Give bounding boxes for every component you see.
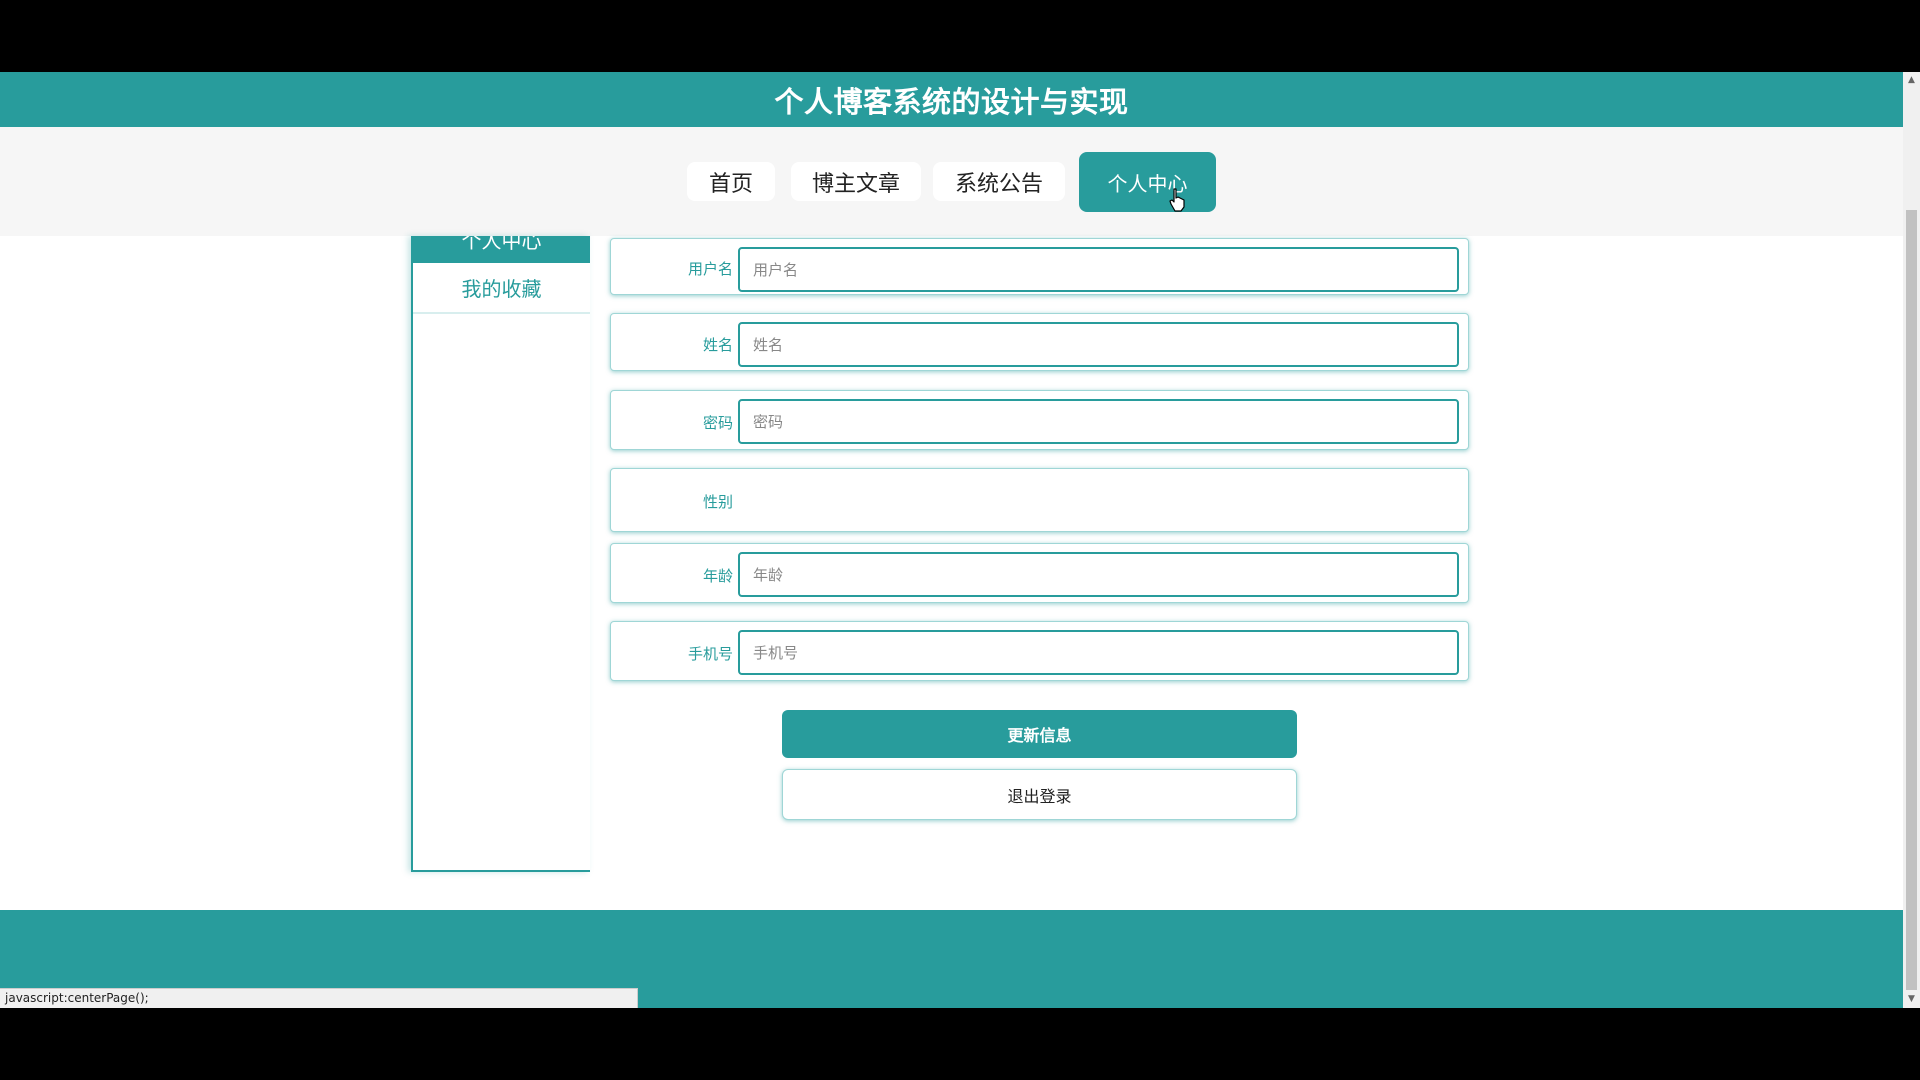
logout-button[interactable]: 退出登录 xyxy=(782,769,1297,820)
nav-personal-center[interactable]: 个人中心 xyxy=(1079,152,1216,212)
age-label: 年龄 xyxy=(702,567,733,585)
scrollbar-thumb[interactable] xyxy=(1906,210,1917,990)
nav-blogger-articles[interactable]: 博主文章 xyxy=(791,162,921,201)
form-row-gender: 性别 xyxy=(610,468,1469,532)
name-label: 姓名 xyxy=(702,336,733,354)
gender-label: 性别 xyxy=(702,493,733,511)
scroll-down-arrow-icon[interactable]: ▼ xyxy=(1903,991,1920,1008)
form-row-username: 用户名 xyxy=(610,238,1469,295)
phone-input[interactable] xyxy=(738,630,1459,675)
form-row-password: 密码 xyxy=(610,390,1469,450)
username-label: 用户名 xyxy=(687,260,733,278)
form-row-age: 年龄 xyxy=(610,543,1469,603)
update-info-button[interactable]: 更新信息 xyxy=(782,710,1297,758)
sidebar-item-favorites[interactable]: 我的收藏 xyxy=(413,263,590,314)
site-title: 个人博客系统的设计与实现 xyxy=(774,84,1129,119)
username-input[interactable] xyxy=(738,247,1459,292)
password-label: 密码 xyxy=(702,414,733,432)
form-row-name: 姓名 xyxy=(610,313,1469,371)
hand-pointer-icon xyxy=(1169,188,1185,212)
age-input[interactable] xyxy=(738,552,1459,597)
nav-home[interactable]: 首页 xyxy=(687,162,775,201)
phone-label: 手机号 xyxy=(687,645,733,663)
status-bar-url: javascript:centerPage(); xyxy=(0,988,638,1008)
form-row-phone: 手机号 xyxy=(610,621,1469,681)
page-viewport: 个人博客系统的设计与实现 首页 博主文章 系统公告 个人中心 个人中心 我的收藏… xyxy=(0,72,1903,1008)
nav-announcements[interactable]: 系统公告 xyxy=(933,162,1065,201)
sidebar-menu: 个人中心 我的收藏 xyxy=(411,236,590,872)
main-nav: 首页 博主文章 系统公告 个人中心 xyxy=(0,127,1903,236)
name-input[interactable] xyxy=(738,322,1459,367)
password-input[interactable] xyxy=(738,399,1459,444)
site-header: 个人博客系统的设计与实现 xyxy=(0,72,1903,127)
scroll-up-arrow-icon[interactable]: ▲ xyxy=(1903,72,1920,89)
vertical-scrollbar[interactable]: ▲ ▼ xyxy=(1903,72,1920,1008)
sidebar-heading[interactable]: 个人中心 xyxy=(413,236,590,263)
